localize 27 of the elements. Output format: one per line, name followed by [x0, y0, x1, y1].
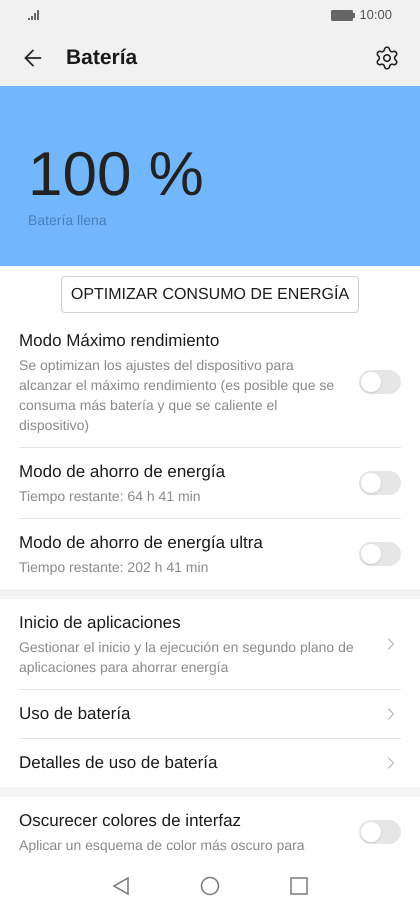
optimize-button[interactable]: OPTIMIZAR CONSUMO DE ENERGÍA [60, 276, 360, 313]
back-nav-icon[interactable] [112, 876, 130, 896]
home-nav-icon[interactable] [200, 876, 220, 896]
setting-description: Gestionar el inicio y la ejecución en segundo plano de aplicaciones para ahorrar energía [19, 638, 355, 677]
setting-title: Oscurecer colores de interfaz [19, 810, 242, 832]
setting-title: Inicio de aplicaciones [19, 612, 182, 634]
signal-icon [28, 10, 42, 20]
setting-description: Tiempo restante: 64 h 41 min [19, 487, 202, 506]
settings-icon[interactable] [374, 45, 400, 71]
battery-status: Batería llena [28, 210, 108, 230]
toggle-switch[interactable] [359, 820, 401, 844]
clock: 10:00 [359, 6, 392, 24]
recents-nav-icon[interactable] [290, 877, 308, 895]
battery-percentage: 100 % [28, 142, 205, 208]
setting-description: Tiempo restante: 202 h 41 min [19, 558, 210, 577]
setting-title: Uso de batería [19, 703, 132, 725]
setting-description: Se optimizan los ajustes del dispositivo para alcanzar el máximo rendimiento (es posible que se consuma más batería y que se caliente el dispositivo) [19, 356, 336, 435]
setting-title: Modo de ahorro de energía ultra [19, 532, 264, 554]
toggle-switch[interactable] [359, 471, 401, 495]
setting-title: Modo de ahorro de energía [19, 461, 226, 483]
setting-title: Modo Máximo rendimiento [19, 330, 220, 352]
toggle-switch[interactable] [359, 370, 401, 394]
battery-icon [331, 10, 356, 20]
toggle-switch[interactable] [359, 542, 401, 566]
setting-description: Aplicar un esquema de color más oscuro para [19, 836, 306, 855]
page-title: Batería [66, 45, 138, 72]
setting-title: Detalles de uso de batería [19, 752, 218, 774]
